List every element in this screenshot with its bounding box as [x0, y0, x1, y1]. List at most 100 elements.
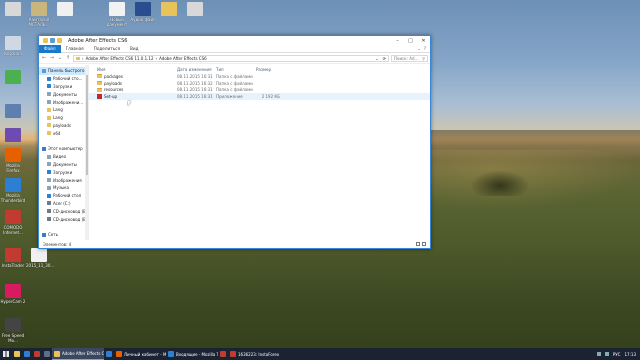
taskbar-pin-4[interactable]: [42, 348, 52, 360]
breadcrumb-item[interactable]: Adobe After Effects CS6: [159, 56, 207, 61]
nav-item-label: Рабочий сто...: [53, 76, 83, 82]
taskbar-after-effects-icon: [54, 350, 60, 357]
taskbar-pin-9[interactable]: [218, 348, 228, 360]
desktop-icon-comodo[interactable]: COMODO Internet...: [0, 210, 26, 235]
column-date[interactable]: Дата изменения: [177, 67, 216, 72]
input-language[interactable]: РУС: [613, 352, 621, 357]
tab-file[interactable]: Файл: [39, 44, 61, 53]
desktop-icon-9[interactable]: [0, 104, 26, 119]
nav-item[interactable]: Рабочий стол: [39, 192, 88, 200]
new-folder-icon[interactable]: [57, 38, 62, 43]
column-size[interactable]: Размер: [256, 67, 280, 72]
nav-item[interactable]: Панель быстрого: [39, 67, 88, 75]
desktop-icon-2[interactable]: Камтасия МСТАЛЬ...: [26, 2, 52, 27]
file-row[interactable]: resources 08.11.2015 16:31 Папка с файлами: [89, 87, 430, 94]
nav-item[interactable]: Lang: [39, 114, 88, 122]
nav-item[interactable]: Этот компьютер: [39, 145, 88, 153]
nav-item[interactable]: Загрузки: [39, 168, 88, 176]
nav-item[interactable]: Загрузки: [39, 83, 88, 91]
close-button[interactable]: ✕: [417, 36, 430, 45]
nav-item[interactable]: Изображения: [39, 176, 88, 184]
address-bar[interactable]: › Adobe After Effects CS6 11.0.1.12 › Ad…: [73, 54, 389, 62]
nav-scrollbar-thumb[interactable]: [85, 75, 88, 175]
clock[interactable]: 17:13: [624, 352, 636, 357]
desktop-icon-6[interactable]: [156, 2, 182, 17]
breadcrumb-item[interactable]: Adobe After Effects CS6 11.0.1.12: [86, 56, 154, 61]
explorer-window[interactable]: Adobe After Effects CS6 – □ ✕ Файл Главн…: [38, 35, 431, 249]
help-icon[interactable]: ?: [424, 46, 426, 51]
chevron-down-icon[interactable]: ⌄: [57, 55, 63, 61]
chevron-down-icon[interactable]: ⌄: [375, 56, 380, 61]
desktop-icon-4[interactable]: Новый документ: [104, 2, 130, 27]
file-row[interactable]: Set-up 08.11.2015 16:31 Приложение 2 192 КБ: [89, 93, 430, 101]
taskbar-pin-3[interactable]: [32, 348, 42, 360]
desktop-icon-1[interactable]: [0, 2, 26, 17]
desktop-icon-firefox[interactable]: Mozilla Firefox: [0, 148, 26, 173]
nav-item[interactable]: x64: [39, 129, 88, 137]
properties-icon[interactable]: [50, 38, 55, 43]
file-row[interactable]: payloads 08.11.2015 16:32 Папка с файлами: [89, 80, 430, 87]
taskbar-pin-6-icon: [106, 351, 112, 357]
nav-item[interactable]: Документы: [39, 90, 88, 98]
nav-item[interactable]: CD-дисковод (E:): [39, 215, 88, 223]
desktop-icon-thunderbird[interactable]: Mozilla Thunderbird: [0, 178, 26, 203]
nav-scrollbar[interactable]: [85, 65, 88, 240]
column-type[interactable]: Тип: [216, 67, 256, 72]
search-input[interactable]: Поиск: Ad... ⚲: [391, 54, 428, 62]
file-name-cell: Set-up: [97, 94, 177, 100]
taskbar-pin-2[interactable]: [22, 348, 32, 360]
nav-item-label: x64: [53, 130, 61, 136]
details-view-icon[interactable]: [416, 242, 420, 246]
taskbar-pin-6[interactable]: [104, 348, 114, 360]
desktop-icon-comodo-icon: [5, 210, 21, 224]
nav-item-label: Изображени...: [53, 99, 84, 105]
desktop-icon-3[interactable]: [52, 2, 78, 17]
chevron-down-icon[interactable]: ⌄: [418, 46, 421, 51]
minimize-button[interactable]: –: [391, 36, 404, 45]
desktop-icon-7[interactable]: [182, 2, 208, 17]
taskbar-after-effects[interactable]: Adobe After Effects C...: [52, 348, 104, 360]
back-arrow-icon[interactable]: ←: [41, 55, 47, 61]
desktop-icon-5[interactable]: Аудио файл: [130, 2, 156, 22]
nav-item[interactable]: Рабочий сто...: [39, 75, 88, 83]
network-icon[interactable]: [596, 352, 601, 356]
nav-item[interactable]: payloads: [39, 122, 88, 130]
nav-item[interactable]: Документы: [39, 161, 88, 169]
volume-icon[interactable]: [604, 352, 609, 356]
tab-share[interactable]: Поделиться: [89, 45, 125, 53]
forward-arrow-icon[interactable]: →: [49, 55, 55, 61]
taskbar-firefox-cabinet[interactable]: Личный кабинет - M...: [114, 348, 166, 360]
desktop-icon-4g[interactable]: [0, 70, 26, 85]
desktop-icon-instatrader[interactable]: InstaTrader: [0, 248, 26, 268]
desktop-icon-speedmo[interactable]: Free Speed Mo...: [0, 318, 26, 343]
nav-item[interactable]: Музыка: [39, 184, 88, 192]
tab-home[interactable]: Главная: [61, 45, 89, 53]
maximize-button[interactable]: □: [404, 36, 417, 45]
start-button[interactable]: [0, 348, 12, 360]
nav-item[interactable]: Видео: [39, 153, 88, 161]
desktop-icon-2-icon: [31, 2, 47, 16]
nav-item-label: Рабочий стол: [53, 193, 82, 199]
refresh-icon[interactable]: ⟳: [383, 56, 388, 61]
navigation-pane[interactable]: Панель быстрого Рабочий сто... Загрузки Док…: [39, 65, 89, 240]
desktop-icon-hypercam[interactable]: HyperCam 2: [0, 284, 26, 304]
tab-view[interactable]: Вид: [125, 45, 144, 53]
nav-item[interactable]: Сеть: [39, 231, 88, 239]
column-name[interactable]: Имя: [97, 67, 177, 72]
nav-item[interactable]: Acer (C:): [39, 200, 88, 208]
taskbar-instaforex[interactable]: 1636223: InstaForex H...: [228, 348, 280, 360]
file-row[interactable]: packages 08.11.2015 16:31 Папка с файлами: [89, 73, 430, 80]
desktop-icon-label: Корзина: [4, 51, 22, 56]
desktop-icon-10[interactable]: [0, 128, 26, 143]
large-icons-view-icon[interactable]: [422, 242, 426, 246]
file-list-pane[interactable]: Имя Дата изменения Тип Размер packages 08…: [89, 65, 430, 240]
nav-item[interactable]: CD-дисковод (E:): [39, 207, 88, 215]
taskbar-pin-explorer[interactable]: [12, 348, 22, 360]
taskbar-thunderbird[interactable]: Входящие - Mozilla T...: [166, 348, 218, 360]
desktop-icon-recycle[interactable]: Корзина: [0, 36, 26, 56]
up-arrow-icon[interactable]: ↑: [65, 55, 71, 61]
nav-item-label: Изображения: [53, 177, 82, 183]
nav-item[interactable]: Изображени...: [39, 98, 88, 106]
desktop-icon-file[interactable]: 2015_11_30...: [26, 248, 54, 268]
nav-item[interactable]: Lang: [39, 106, 88, 114]
